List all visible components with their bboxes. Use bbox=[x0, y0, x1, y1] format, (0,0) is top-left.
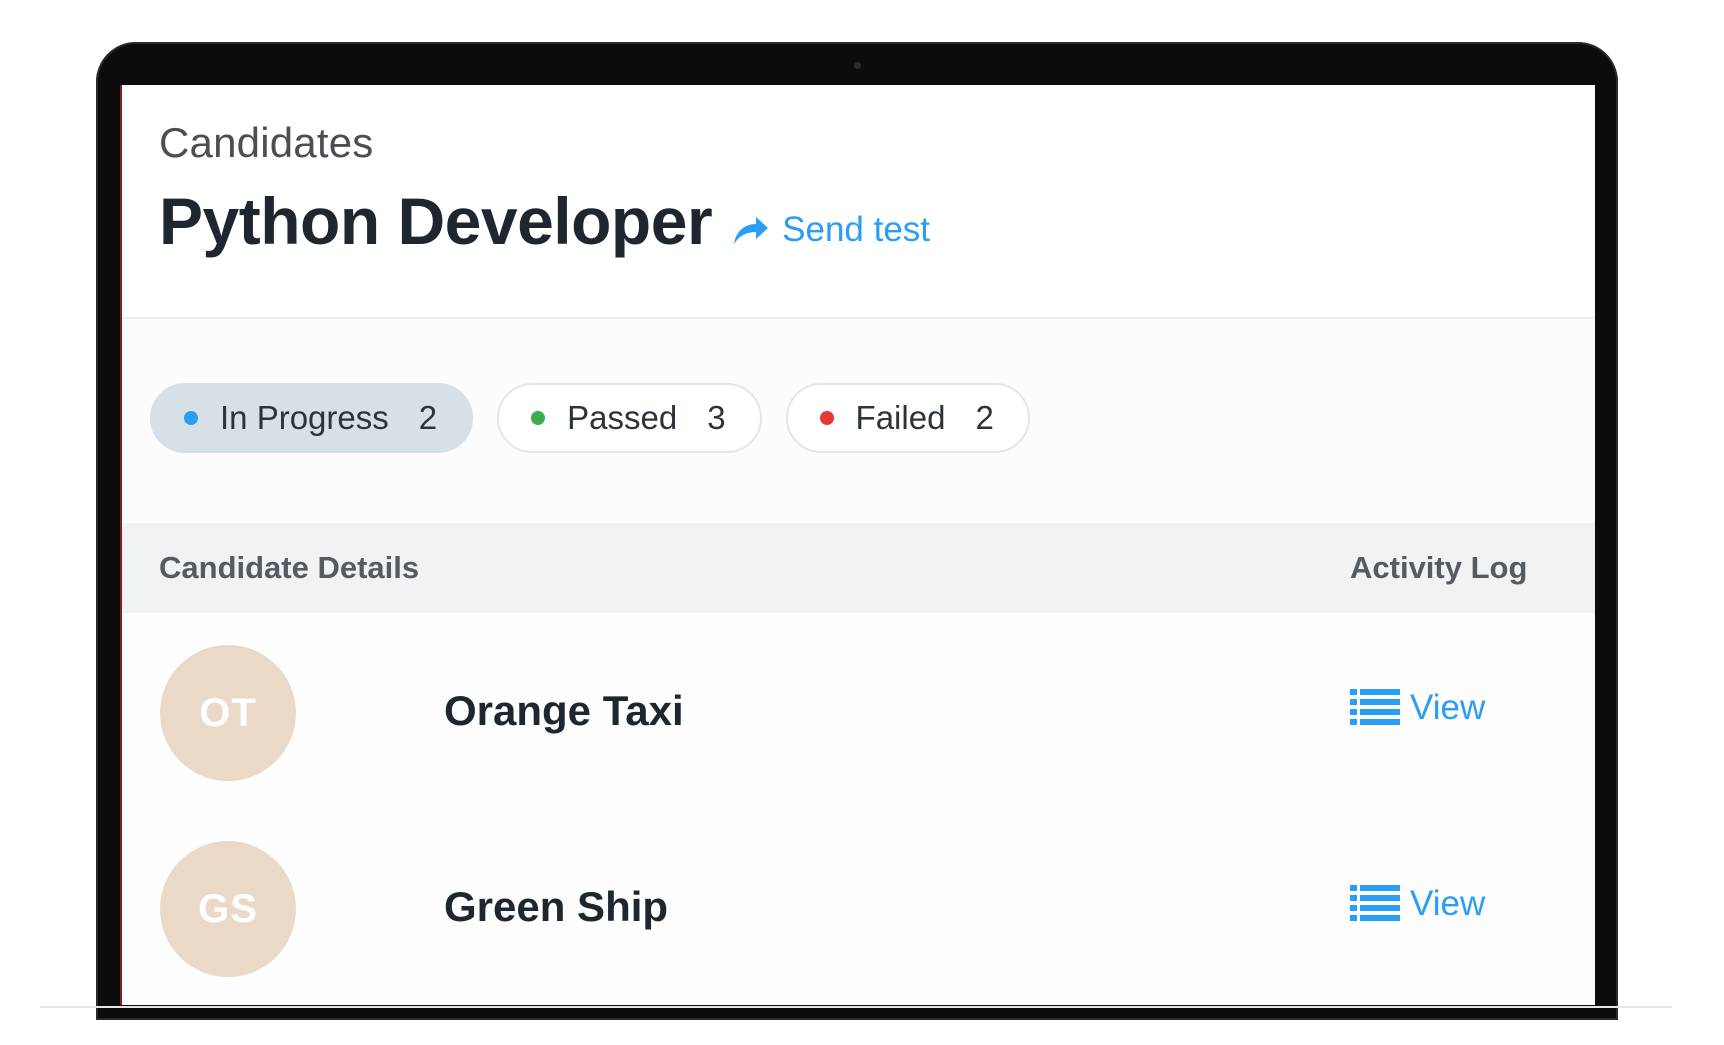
device-frame: Candidates Python Developer Send test In… bbox=[0, 0, 1724, 1045]
table-row: GS Green Ship View bbox=[122, 809, 1595, 1005]
filter-failed[interactable]: Failed 2 bbox=[785, 383, 1030, 453]
status-filter-tabs: In Progress 2 Passed 3 Failed 2 bbox=[150, 383, 1030, 453]
filter-label: In Progress bbox=[220, 399, 389, 436]
page-title: Python Developer bbox=[159, 184, 713, 258]
filter-count: 2 bbox=[418, 399, 438, 436]
page-header: Candidates Python Developer Send test bbox=[122, 85, 1595, 319]
filter-label: Failed bbox=[855, 399, 946, 436]
view-activity-button[interactable]: View bbox=[1350, 883, 1485, 925]
divider bbox=[40, 1006, 1672, 1008]
column-header-activity-log: Activity Log bbox=[1350, 550, 1528, 585]
camera-icon bbox=[854, 62, 861, 69]
status-dot-icon bbox=[819, 411, 834, 425]
filter-count: 2 bbox=[975, 399, 994, 436]
avatar: OT bbox=[160, 645, 296, 781]
send-test-label: Send test bbox=[782, 210, 931, 249]
list-icon bbox=[1350, 885, 1400, 921]
view-label: View bbox=[1410, 688, 1486, 727]
table-header: Candidate Details Activity Log bbox=[122, 523, 1595, 613]
table-row: OT Orange Taxi View bbox=[122, 613, 1595, 811]
avatar: GS bbox=[160, 841, 296, 977]
candidate-name[interactable]: Orange Taxi bbox=[444, 687, 684, 735]
list-icon bbox=[1350, 689, 1400, 725]
candidate-name[interactable]: Green Ship bbox=[444, 883, 668, 931]
send-test-button[interactable]: Send test bbox=[730, 210, 930, 250]
view-activity-button[interactable]: View bbox=[1350, 687, 1485, 729]
filter-count: 3 bbox=[707, 399, 726, 436]
view-label: View bbox=[1410, 884, 1486, 923]
filter-passed[interactable]: Passed 3 bbox=[497, 383, 762, 453]
breadcrumb[interactable]: Candidates bbox=[159, 119, 373, 167]
column-header-candidate-details: Candidate Details bbox=[159, 550, 420, 585]
share-arrow-icon bbox=[734, 217, 769, 244]
title-row: Python Developer Send test bbox=[159, 183, 930, 259]
status-dot-icon bbox=[184, 411, 198, 425]
filter-label: Passed bbox=[567, 399, 678, 436]
app-screen: Candidates Python Developer Send test In… bbox=[120, 85, 1595, 1005]
filter-in-progress[interactable]: In Progress 2 bbox=[150, 383, 474, 453]
status-dot-icon bbox=[531, 411, 546, 425]
